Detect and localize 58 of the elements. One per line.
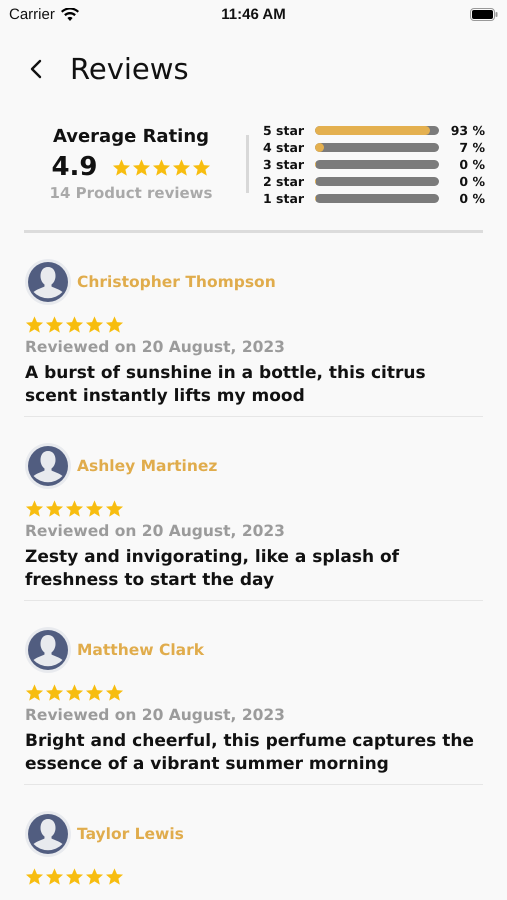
star-icon [25, 499, 44, 518]
review-date: Reviewed on 20 August, 2023 [25, 522, 286, 540]
average-rating-heading: Average Rating [52, 126, 210, 147]
avatar-icon [25, 627, 71, 673]
star-level-label: 3 star [263, 156, 306, 172]
star-icon [132, 158, 151, 176]
star-icon [105, 683, 124, 702]
star-level-label: 1 star [263, 190, 306, 206]
page-title: Reviews [70, 52, 189, 86]
star-icon [105, 499, 124, 518]
star-icon [65, 867, 84, 886]
review-date: Reviewed on 20 August, 2023 [25, 338, 286, 356]
star-icon [45, 499, 64, 518]
back-icon [30, 59, 42, 79]
star-icon [152, 158, 171, 176]
star-icon [85, 315, 104, 334]
star-level-label: 5 star [263, 122, 306, 138]
rating-percent: 0 % [458, 156, 485, 172]
star-level-label: 2 star [263, 174, 306, 188]
status-time: 11:46 AM [221, 6, 286, 22]
star-icon [172, 158, 191, 176]
reviewer-name: Matthew Clark [77, 641, 204, 659]
rating-percent: 0 % [458, 190, 485, 206]
reviewer-name: Taylor Lewis [77, 825, 184, 843]
wifi-icon [60, 8, 79, 20]
star-icon [192, 158, 211, 176]
star-icon [45, 867, 64, 886]
star-icon [45, 683, 64, 702]
star-icon [65, 499, 84, 518]
review-count: 14 Product reviews [50, 184, 212, 202]
star-icon [25, 315, 44, 334]
star-icon [85, 683, 104, 702]
reviewer-name: Ashley Martinez [77, 457, 218, 475]
review-text: Bright and cheerful, this perfume captures the essence of a vibrant summer morning [25, 730, 475, 776]
star-icon [45, 315, 64, 334]
star-icon [105, 315, 124, 334]
avatar-icon [25, 259, 71, 305]
star-icon [25, 683, 44, 702]
star-icon [112, 158, 131, 176]
star-icon [65, 683, 84, 702]
rating-percent: 93 % [450, 122, 485, 138]
star-icon [85, 867, 104, 886]
star-icon [105, 867, 124, 886]
rating-percent: 7 % [458, 140, 485, 154]
rating-percent: 0 % [458, 174, 485, 188]
review-text: Zesty and invigorating, like a splash of freshness to start the day [25, 546, 400, 592]
star-icon [65, 315, 84, 334]
star-icon [25, 867, 44, 886]
review-date: Reviewed on 20 August, 2023 [25, 706, 286, 724]
avatar-icon [25, 811, 71, 857]
star-icon [85, 499, 104, 518]
review-text: A burst of sunshine in a bottle, this citrus scent instantly lifts my mood [25, 362, 427, 408]
average-rating-value: 4.9 [51, 152, 98, 182]
avatar-icon [25, 443, 71, 489]
carrier-name: Carrier [9, 6, 55, 22]
reviewer-name: Christopher Thompson [77, 273, 276, 291]
battery-icon [470, 8, 498, 20]
star-level-label: 4 star [263, 140, 306, 154]
